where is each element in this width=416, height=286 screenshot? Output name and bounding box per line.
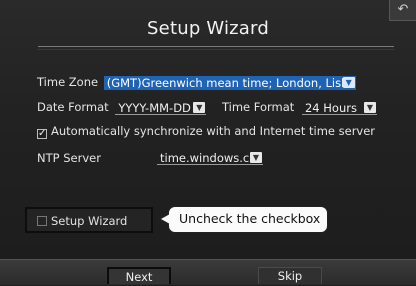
auto-sync-label: Automatically synchronize with and Inter… <box>51 124 376 138</box>
skip-button[interactable]: Skip <box>258 267 322 284</box>
setup-wizard-label: Setup Wizard <box>51 214 128 228</box>
auto-sync-row: ✓ Automatically synchronize with and Inte… <box>37 124 375 139</box>
setup-wizard-highlight: Setup Wizard <box>25 207 153 233</box>
title-divider <box>38 46 394 47</box>
auto-sync-checkbox[interactable]: ✓ <box>37 129 47 139</box>
footer-bar <box>0 259 416 285</box>
time-zone-row: Time Zone (GMT)Greenwich mean time; Lond… <box>37 75 356 90</box>
time-zone-value: (GMT)Greenwich mean time; London, Lisbo <box>106 75 356 90</box>
setup-wizard-window <box>0 0 416 284</box>
time-format-select[interactable]: 24 Hours ▼ <box>301 100 377 115</box>
chevron-down-icon: ▼ <box>342 76 355 88</box>
chevron-down-icon: ▼ <box>193 101 206 113</box>
time-format-value: 24 Hours <box>304 100 357 115</box>
chevron-down-icon: ▼ <box>363 101 376 113</box>
date-format-label: Date Format <box>37 100 109 114</box>
ntp-row: NTP Server time.windows.c ▼ <box>37 151 263 165</box>
date-format-select[interactable]: YYYY-MM-DD ▼ <box>115 100 207 115</box>
time-zone-select[interactable]: (GMT)Greenwich mean time; London, Lisbo … <box>103 75 356 90</box>
setup-wizard-option: Setup Wizard <box>37 214 127 228</box>
ntp-server-select[interactable]: time.windows.c ▼ <box>157 151 263 165</box>
time-zone-label: Time Zone <box>37 75 99 89</box>
page-title: Setup Wizard <box>147 18 269 39</box>
instruction-callout: Uncheck the checkbox <box>158 206 328 233</box>
next-button[interactable]: Next <box>107 267 171 284</box>
date-format-value: YYYY-MM-DD <box>118 100 191 115</box>
format-row: Date Format YYYY-MM-DD ▼ Time Format 24 … <box>37 100 377 115</box>
ntp-server-label: NTP Server <box>37 151 101 165</box>
ntp-server-value: time.windows.c <box>160 151 250 165</box>
setup-wizard-checkbox[interactable] <box>37 216 47 226</box>
title-divider-shadow <box>38 49 394 50</box>
time-format-label: Time Format <box>221 100 295 114</box>
chevron-down-icon: ▼ <box>250 152 262 163</box>
